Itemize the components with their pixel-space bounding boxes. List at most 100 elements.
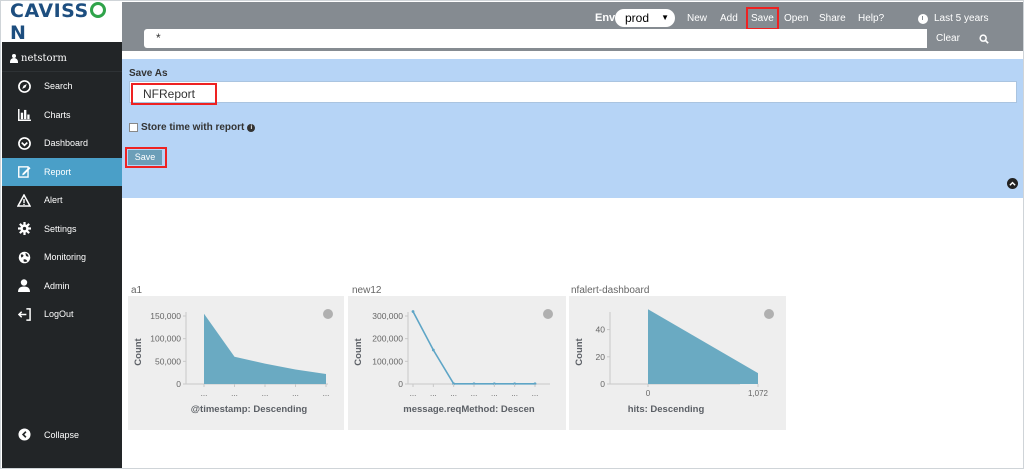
y-axis-label: Count: [353, 337, 364, 365]
sidebar-item-charts[interactable]: Charts: [2, 101, 122, 130]
sidebar-collapse-label: Collapse: [44, 429, 80, 440]
sidebar-item-label: Dashboard: [44, 138, 89, 149]
sidebar-item-admin[interactable]: Admin: [2, 272, 122, 301]
report-name-input[interactable]: NFReport: [129, 81, 1017, 105]
user-icon: [17, 279, 31, 293]
x-tick-label: ...: [532, 389, 539, 398]
x-tick-label: 1,072: [748, 389, 769, 398]
env-label: Env: [595, 12, 616, 24]
chevron-up-icon: [1009, 181, 1016, 186]
clear-button[interactable]: Clear: [927, 29, 969, 48]
user-name: netstorm: [21, 53, 67, 64]
top-bar: Env prod ▼ New Add Save Open Share Help?…: [122, 2, 1023, 51]
y-axis-label: Count: [133, 337, 144, 365]
new-button[interactable]: New: [687, 13, 707, 24]
vis-panel-nfalert[interactable]: 40 20 0 0 1,072 hits: Descending Count: [569, 296, 786, 430]
chart-nfalert-dashboard: 40 20 0 0 1,072 hits: Descending Count: [574, 309, 769, 415]
x-tick-label: ...: [410, 389, 417, 398]
sidebar-item-search[interactable]: Search: [2, 72, 122, 101]
save-button-highlight: Save: [125, 147, 167, 168]
sidebar-item-monitoring[interactable]: Monitoring: [2, 243, 122, 272]
info-icon: i: [247, 123, 256, 132]
panel-title-a1: a1: [131, 285, 143, 296]
y-tick-label: 200,000: [372, 334, 403, 344]
sidebar-item-label: Search: [44, 81, 73, 92]
chart-a1: 150,000 100,000 50,000 0............ ... @tim…: [133, 311, 330, 415]
time-range-picker[interactable]: Last 5 years: [918, 13, 988, 24]
sidebar-item-label: LogOut: [44, 309, 74, 320]
logo-o-icon: [89, 2, 106, 18]
sidebar-item-settings[interactable]: Settings: [2, 215, 122, 244]
panel-title-new12: new12: [352, 285, 382, 296]
store-time-row[interactable]: Store time with report i: [129, 122, 256, 133]
user-row: netstorm: [2, 46, 122, 72]
search-icon: [979, 33, 989, 44]
bar-chart-icon: [17, 108, 31, 122]
panel-title-nfalert: nfalert-dashboard: [571, 285, 650, 296]
app-frame: CAVISSN netstorm Search Charts Dashboard: [0, 0, 1024, 469]
globe-icon: [17, 250, 31, 264]
y-axis-label: Count: [574, 337, 585, 365]
chevron-left-circle-icon: [17, 428, 31, 442]
line-point: [431, 348, 435, 352]
query-input[interactable]: *: [144, 29, 927, 48]
vis-panel-new12[interactable]: 300,000 200,000 100,000 0..................…: [348, 296, 566, 430]
x-tick-label: ...: [430, 389, 437, 398]
sidebar-item-label: Charts: [44, 109, 71, 120]
add-button[interactable]: Add: [720, 13, 738, 24]
sidebar-item-report[interactable]: Report: [2, 157, 122, 186]
y-tick-label: 150,000: [150, 311, 181, 321]
line-series: [412, 311, 535, 385]
x-tick-label: ...: [511, 389, 518, 398]
x-tick-label: ...: [471, 389, 478, 398]
x-tick-label: ...: [262, 389, 269, 398]
env-select[interactable]: prod ▼: [615, 9, 675, 27]
sidebar-item-label: Settings: [44, 223, 77, 234]
edit-icon: [17, 165, 31, 179]
save-as-title: Save As: [129, 68, 168, 79]
sidebar-item-label: Admin: [44, 280, 70, 291]
x-tick-label: ...: [491, 389, 498, 398]
open-button[interactable]: Open: [784, 13, 808, 24]
report-name-value: NFReport: [131, 83, 217, 105]
warning-icon: [17, 193, 31, 207]
vis-panel-a1[interactable]: 150,000 100,000 50,000 0............... @tim…: [128, 296, 344, 430]
sidebar-item-alert[interactable]: Alert: [2, 186, 122, 215]
user-icon: [10, 54, 18, 63]
y-tick-label: 100,000: [372, 356, 403, 366]
chart-new12: 300,000 200,000 100,000 0..................…: [353, 310, 550, 415]
y-tick-label: 50,000: [155, 356, 181, 366]
y-tick-label: 100,000: [150, 334, 181, 344]
time-range-label: Last 5 years: [934, 13, 989, 24]
sidebar-item-label: Report: [44, 166, 72, 177]
gear-icon: [17, 222, 31, 236]
x-tick-label: ...: [323, 389, 330, 398]
sidebar-item-label: Alert: [44, 195, 63, 206]
compass-icon: [17, 79, 31, 93]
store-time-checkbox[interactable]: [129, 123, 138, 132]
sidebar-item-logout[interactable]: LogOut: [2, 300, 122, 329]
save-as-panel: Save As NFReport Store time with report …: [122, 59, 1023, 198]
share-button[interactable]: Share: [819, 13, 846, 24]
logo-text: CAVISSN: [10, 0, 122, 44]
save-report-button[interactable]: Save: [128, 150, 162, 165]
logout-icon: [17, 307, 31, 321]
panel-collapse-button[interactable]: [1007, 178, 1018, 189]
x-tick-label: ...: [231, 389, 238, 398]
x-tick-label: ...: [201, 389, 208, 398]
y-tick-label: 0: [600, 379, 605, 389]
y-tick-label: 300,000: [372, 311, 403, 321]
env-select-value: prod: [625, 11, 650, 25]
x-axis-label: hits: Descending: [628, 404, 705, 415]
search-button[interactable]: [969, 29, 999, 48]
logo-text-end: N: [10, 22, 27, 44]
sidebar-collapse-button[interactable]: Collapse: [2, 421, 122, 450]
save-menu-button[interactable]: Save: [746, 7, 779, 30]
logo-text-start: CAVISS: [10, 0, 89, 22]
help-button[interactable]: Help?: [858, 13, 884, 24]
area-series: [204, 313, 326, 384]
y-tick-label: 20: [596, 352, 606, 362]
x-axis-label: @timestamp: Descending: [191, 404, 308, 415]
sidebar-item-label: Monitoring: [44, 252, 87, 263]
sidebar-item-dashboard[interactable]: Dashboard: [2, 129, 122, 158]
